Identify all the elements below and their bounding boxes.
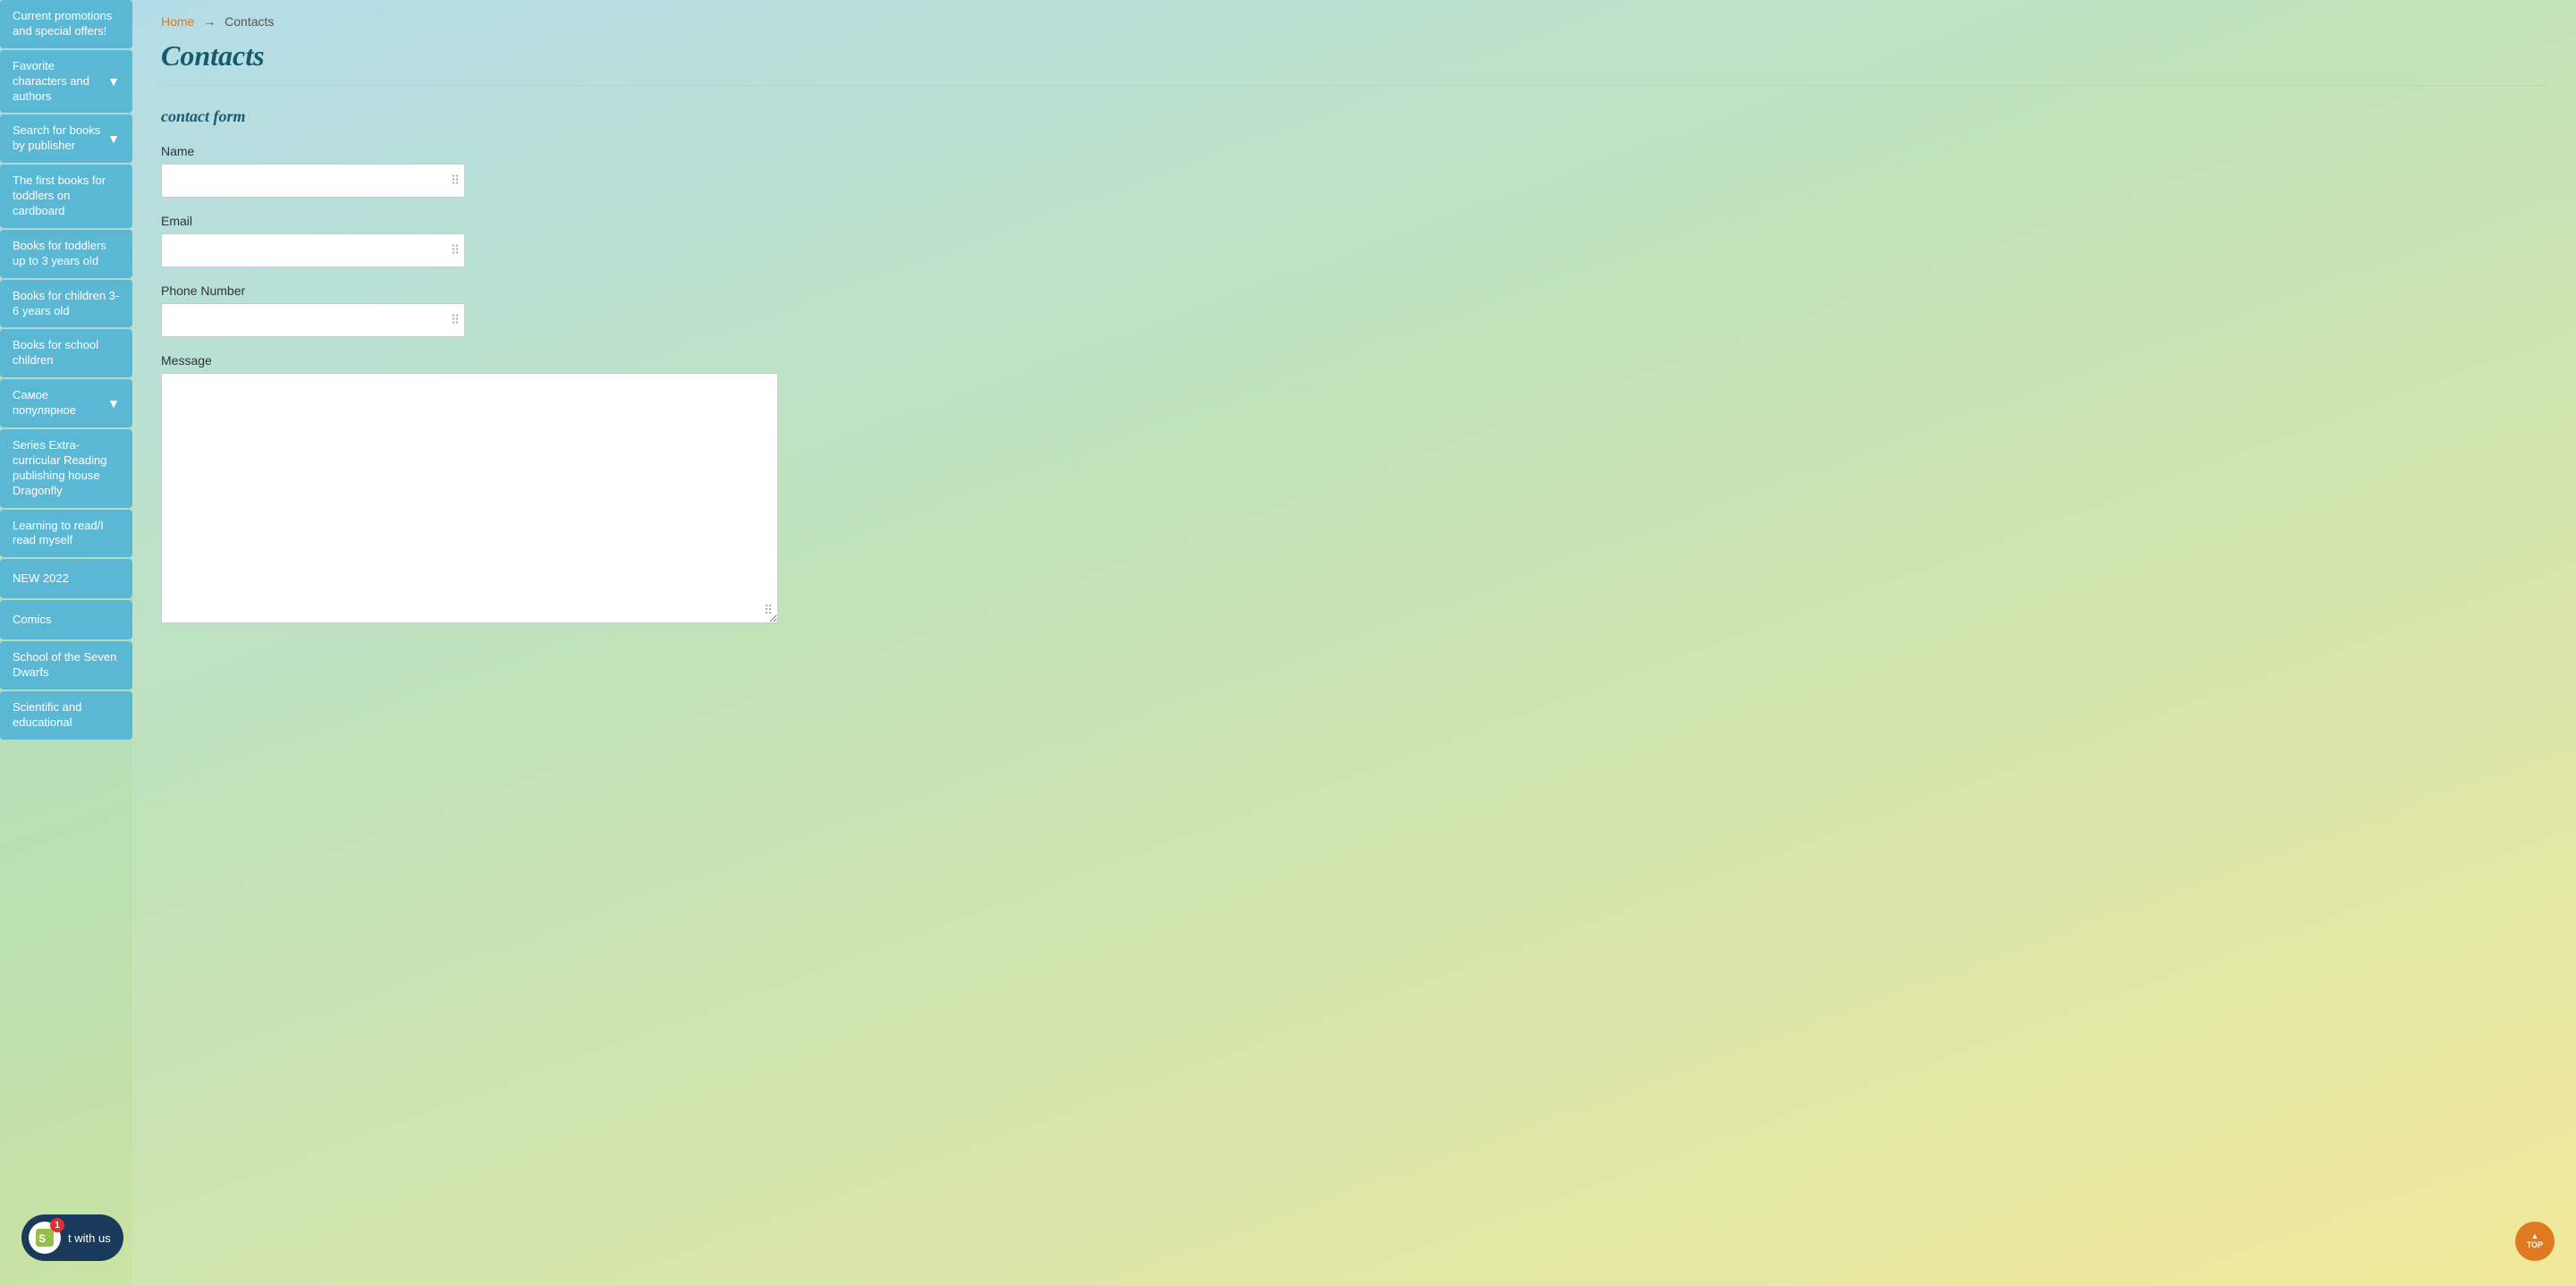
sidebar-item-10[interactable]: NEW 2022: [0, 559, 132, 598]
back-to-top-button[interactable]: ▲TOP: [2515, 1222, 2555, 1261]
breadcrumb-home[interactable]: Home: [161, 14, 194, 29]
svg-text:S: S: [38, 1233, 46, 1245]
sidebar-item-label-4: Books for toddlers up to 3 years old: [13, 239, 120, 269]
sidebar-item-13[interactable]: Scientific and educational: [0, 691, 132, 740]
email-input[interactable]: [161, 233, 465, 267]
email-input-wrapper: ⠿: [161, 233, 465, 267]
phone-group: Phone Number ⠿: [161, 283, 2547, 337]
contact-form-title: contact form: [161, 107, 2547, 126]
email-label: Email: [161, 214, 2547, 228]
message-textarea-wrapper: ⠿: [161, 373, 778, 623]
sidebar-item-label-11: Comics: [13, 613, 51, 628]
chat-badge: 1: [50, 1218, 64, 1232]
sidebar-item-8[interactable]: Series Extra-curricular Reading publishi…: [0, 429, 132, 508]
sidebar-item-2[interactable]: Search for books by publisher ▼: [0, 114, 132, 163]
chat-widget-label: t with us: [68, 1231, 111, 1245]
phone-input[interactable]: [161, 303, 465, 337]
sidebar-item-9[interactable]: Learning to read/I read myself: [0, 510, 132, 558]
sidebar-item-1[interactable]: Favorite characters and authors ▼: [0, 50, 132, 114]
message-textarea[interactable]: [161, 373, 778, 623]
sidebar-chevron-7: ▼: [107, 395, 120, 411]
sidebar-item-5[interactable]: Books for children 3-6 years old: [0, 280, 132, 328]
sidebar-item-label-9: Learning to read/I read myself: [13, 519, 120, 549]
page-title: Contacts: [161, 39, 2547, 72]
sidebar-chevron-1: ▼: [107, 73, 120, 89]
sidebar-item-label-6: Books for school children: [13, 338, 120, 368]
sidebar-item-12[interactable]: School of the Seven Dwarfs: [0, 641, 132, 690]
email-group: Email ⠿: [161, 214, 2547, 267]
sidebar-item-label-7: Самое популярное: [13, 388, 102, 419]
sidebar-item-label-12: School of the Seven Dwarfs: [13, 650, 120, 681]
sidebar-item-label-10: NEW 2022: [13, 571, 69, 587]
sidebar: Current promotions and special offers! Fa…: [0, 0, 132, 1286]
phone-label: Phone Number: [161, 283, 2547, 298]
name-label: Name: [161, 144, 2547, 158]
name-input[interactable]: [161, 164, 465, 198]
phone-input-wrapper: ⠿: [161, 303, 465, 337]
message-group: Message ⠿: [161, 353, 2547, 628]
sidebar-item-6[interactable]: Books for school children: [0, 329, 132, 377]
sidebar-item-0[interactable]: Current promotions and special offers!: [0, 0, 132, 48]
sidebar-item-label-13: Scientific and educational: [13, 700, 120, 731]
sidebar-item-4[interactable]: Books for toddlers up to 3 years old: [0, 230, 132, 278]
sidebar-item-label-8: Series Extra-curricular Reading publishi…: [13, 438, 120, 499]
breadcrumb-current: Contacts: [225, 14, 274, 29]
back-to-top-label: ▲TOP: [2527, 1232, 2543, 1250]
name-group: Name ⠿: [161, 144, 2547, 198]
sidebar-item-3[interactable]: The first books for toddlers on cardboar…: [0, 165, 132, 228]
sidebar-item-label-1: Favorite characters and authors: [13, 59, 102, 105]
message-label: Message: [161, 353, 2547, 368]
sidebar-item-label-3: The first books for toddlers on cardboar…: [13, 173, 120, 219]
sidebar-item-11[interactable]: Comics: [0, 600, 132, 639]
shopify-icon: S: [36, 1229, 54, 1247]
sidebar-item-label-2: Search for books by publisher: [13, 123, 102, 154]
sidebar-item-label-5: Books for children 3-6 years old: [13, 289, 120, 319]
main-content: Home → Contacts Contacts contact form Na…: [132, 0, 2576, 1286]
name-input-wrapper: ⠿: [161, 164, 465, 198]
sidebar-item-label-0: Current promotions and special offers!: [13, 9, 120, 39]
breadcrumb: Home → Contacts: [161, 14, 2547, 29]
chat-widget-icon: S 1: [29, 1222, 61, 1254]
sidebar-chevron-2: ▼: [107, 131, 120, 147]
title-divider: [161, 85, 2547, 86]
breadcrumb-separator: →: [203, 14, 216, 29]
chat-widget[interactable]: S 1 t with us: [21, 1214, 123, 1261]
sidebar-item-7[interactable]: Самое популярное ▼: [0, 379, 132, 427]
